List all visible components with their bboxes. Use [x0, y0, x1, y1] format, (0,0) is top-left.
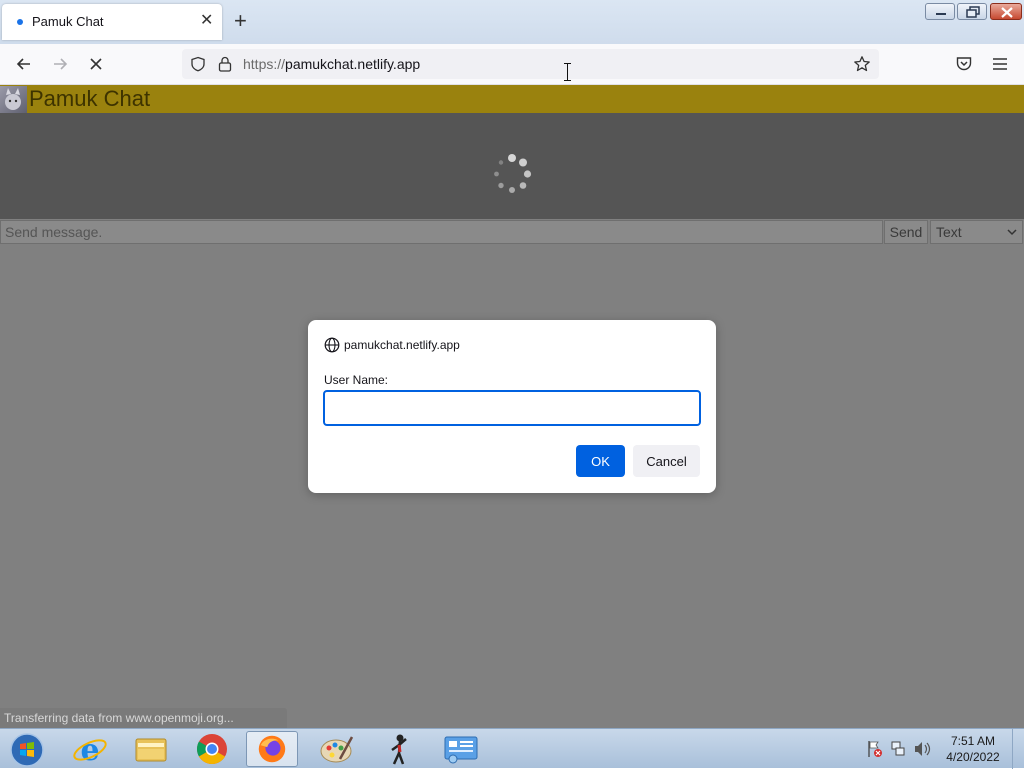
file-explorer-icon[interactable]: [125, 731, 177, 767]
lock-icon[interactable]: [217, 55, 233, 73]
status-bar: Transferring data from www.openmoji.org.…: [0, 708, 287, 728]
tab-pamuk-chat[interactable]: Pamuk Chat ✕: [2, 4, 222, 40]
navigation-toolbar: https://pamukchat.netlify.app: [0, 44, 1024, 85]
paint-icon[interactable]: [310, 731, 362, 767]
new-tab-button[interactable]: +: [234, 9, 247, 33]
user-name-label: User Name:: [324, 373, 389, 387]
cancel-button[interactable]: Cancel: [633, 445, 700, 477]
tab-close-icon[interactable]: ✕: [200, 12, 213, 30]
globe-icon: [324, 337, 340, 353]
message-type-value: Text: [936, 224, 962, 240]
hamburger-menu-icon[interactable]: [991, 55, 1009, 73]
tracking-protection-shield-icon[interactable]: [190, 56, 206, 72]
chrome-icon[interactable]: [186, 731, 238, 767]
action-center-flag-icon[interactable]: [868, 741, 882, 757]
forward-arrow-icon[interactable]: [50, 54, 70, 74]
internet-explorer-icon[interactable]: e: [64, 731, 116, 767]
page-title: Pamuk Chat: [29, 86, 151, 111]
volume-icon[interactable]: [915, 742, 931, 756]
window-restore-button[interactable]: [957, 3, 987, 20]
status-text: Transferring data from www.openmoji.org.…: [4, 711, 234, 725]
dialog-origin: pamukchat.netlify.app: [344, 338, 460, 352]
text-cursor-icon: [564, 63, 571, 81]
windows-taskbar: e 7:51 AM 4/20/2022: [0, 728, 1024, 769]
messages-area: [0, 113, 1024, 219]
network-icon[interactable]: [891, 741, 905, 756]
message-input[interactable]: [0, 220, 883, 244]
bookmark-star-icon[interactable]: [853, 55, 871, 73]
pocket-icon[interactable]: [955, 55, 973, 73]
stick-figure-app-icon[interactable]: [374, 731, 426, 767]
tab-title: Pamuk Chat: [32, 14, 104, 29]
clock-time[interactable]: 7:51 AM: [940, 734, 1006, 748]
system-tray: [868, 741, 931, 757]
tab-strip: Pamuk Chat ✕ +: [0, 0, 1024, 44]
cat-avatar-logo: [0, 86, 27, 113]
back-arrow-icon[interactable]: [14, 54, 34, 74]
window-close-button[interactable]: [990, 3, 1022, 20]
address-bar[interactable]: https://pamukchat.netlify.app: [182, 49, 879, 79]
start-orb[interactable]: [2, 731, 52, 767]
firefox-icon[interactable]: [246, 731, 298, 767]
tab-loading-icon: [17, 19, 23, 25]
user-name-input[interactable]: [323, 390, 701, 426]
chevron-down-icon: [1007, 229, 1017, 236]
send-button[interactable]: Send: [884, 220, 928, 244]
control-panel-icon[interactable]: [435, 731, 487, 767]
show-desktop-button[interactable]: [1012, 729, 1024, 769]
stop-loading-icon[interactable]: [86, 54, 106, 74]
message-composer: Send Text: [0, 219, 1024, 245]
loading-spinner-icon: [494, 154, 532, 193]
message-type-select[interactable]: Text: [930, 220, 1023, 244]
url-text: https://pamukchat.netlify.app: [243, 56, 421, 72]
clock-date[interactable]: 4/20/2022: [940, 750, 1006, 764]
window-minimize-button[interactable]: [925, 3, 955, 20]
user-name-prompt-dialog: pamukchat.netlify.app User Name: OK Canc…: [308, 320, 716, 493]
ok-button[interactable]: OK: [576, 445, 625, 477]
chat-header: Pamuk Chat: [0, 85, 1024, 113]
svg-text:e: e: [80, 733, 99, 767]
